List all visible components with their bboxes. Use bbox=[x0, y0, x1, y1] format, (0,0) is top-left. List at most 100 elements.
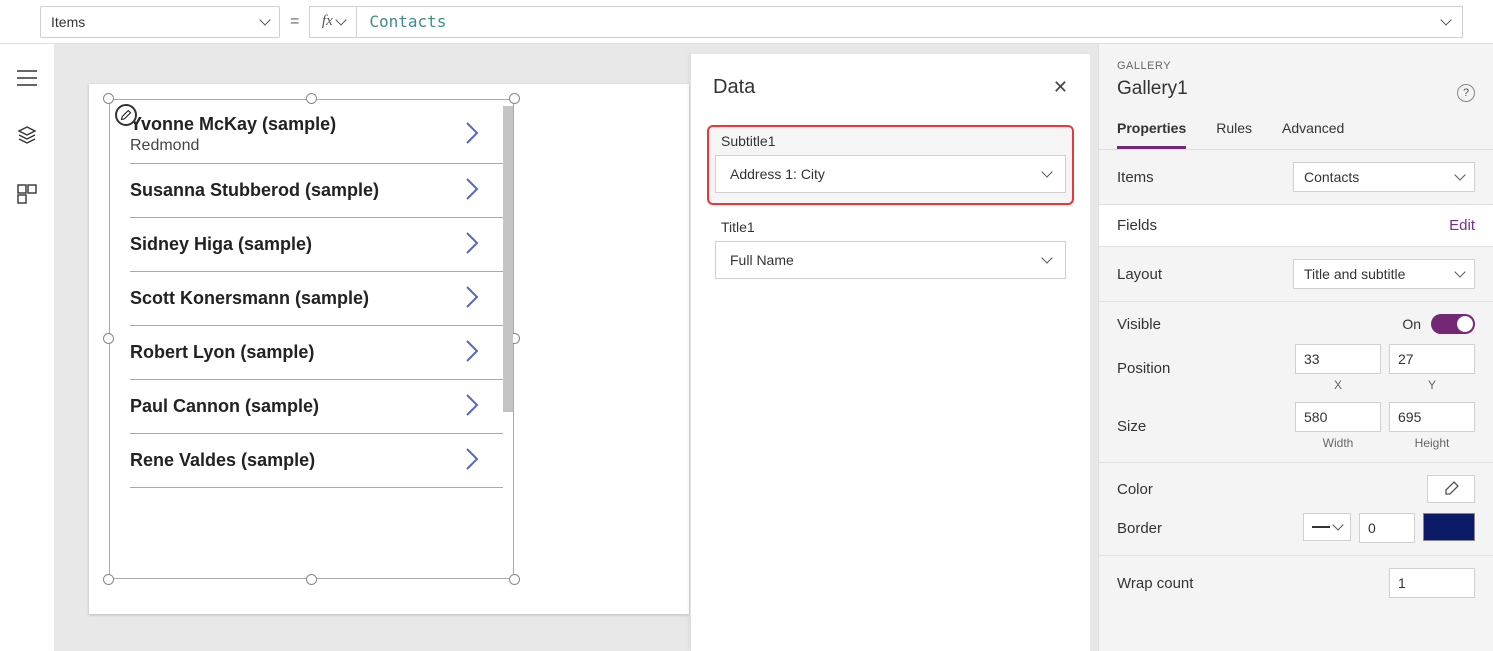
formula-property-label: Items bbox=[51, 14, 85, 30]
gallery-item-title: Susanna Stubberod (sample) bbox=[130, 180, 463, 201]
prop-layout-select[interactable]: Title and subtitle bbox=[1293, 259, 1475, 289]
gallery-control: Yvonne McKay (sample) Redmond Susanna Stub… bbox=[110, 100, 513, 578]
size-height-input[interactable]: 695 bbox=[1389, 402, 1475, 432]
title-field-select[interactable]: Full Name bbox=[715, 241, 1066, 279]
close-icon[interactable]: ✕ bbox=[1053, 77, 1068, 98]
gallery-item-title: Robert Lyon (sample) bbox=[130, 342, 463, 363]
prop-fields-label: Fields bbox=[1117, 217, 1449, 234]
gallery-item-title: Yvonne McKay (sample) bbox=[130, 114, 463, 135]
chevron-right-icon[interactable] bbox=[463, 119, 481, 150]
chevron-right-icon[interactable] bbox=[463, 175, 481, 206]
prop-layout-label: Layout bbox=[1117, 266, 1293, 283]
prop-wrap-row: Wrap count 1 bbox=[1099, 556, 1493, 610]
gallery-item[interactable]: Scott Konersmann (sample) bbox=[130, 272, 503, 326]
border-color-picker[interactable] bbox=[1423, 513, 1475, 541]
gallery-item[interactable]: Paul Cannon (sample) bbox=[130, 380, 503, 434]
prop-visible-label: Visible bbox=[1117, 316, 1402, 333]
chevron-down-icon bbox=[1041, 252, 1052, 263]
scrollbar-thumb[interactable] bbox=[503, 106, 513, 412]
chevron-right-icon[interactable] bbox=[463, 391, 481, 422]
gallery-item[interactable]: Yvonne McKay (sample) Redmond bbox=[130, 100, 503, 164]
gallery-item-title: Sidney Higa (sample) bbox=[130, 234, 463, 255]
chevron-right-icon[interactable] bbox=[463, 229, 481, 260]
fx-button[interactable]: fx bbox=[309, 6, 357, 38]
scrollbar[interactable] bbox=[503, 100, 513, 578]
subtitle-field-box: Subtitle1 Address 1: City bbox=[707, 125, 1074, 205]
gallery-item[interactable]: Rene Valdes (sample) bbox=[130, 434, 503, 488]
layers-icon[interactable] bbox=[17, 125, 37, 148]
chevron-down-icon bbox=[1454, 266, 1465, 277]
size-height-label: Height bbox=[1415, 436, 1450, 450]
control-category: GALLERY bbox=[1117, 60, 1475, 72]
chevron-down-icon bbox=[1041, 166, 1052, 177]
border-style-select[interactable] bbox=[1303, 513, 1351, 541]
visible-toggle[interactable] bbox=[1431, 314, 1475, 334]
gallery-item-title: Rene Valdes (sample) bbox=[130, 450, 463, 471]
prop-items-label: Items bbox=[1117, 169, 1293, 186]
prop-items-select[interactable]: Contacts bbox=[1293, 162, 1475, 192]
position-x-input[interactable]: 33 bbox=[1295, 344, 1381, 374]
chevron-right-icon[interactable] bbox=[463, 445, 481, 476]
gallery-item-title: Paul Cannon (sample) bbox=[130, 396, 463, 417]
formula-property-select[interactable]: Items bbox=[40, 6, 280, 38]
gallery-item[interactable]: Robert Lyon (sample) bbox=[130, 326, 503, 380]
prop-fields-edit-link[interactable]: Edit bbox=[1449, 217, 1475, 234]
prop-layout-value: Title and subtitle bbox=[1304, 266, 1405, 282]
prop-layout-row: Layout Title and subtitle bbox=[1099, 247, 1493, 302]
chevron-right-icon[interactable] bbox=[463, 337, 481, 368]
subtitle-field-value: Address 1: City bbox=[730, 166, 825, 182]
prop-color-label: Color bbox=[1117, 481, 1427, 498]
size-width-input[interactable]: 580 bbox=[1295, 402, 1381, 432]
prop-border-label: Border bbox=[1117, 520, 1303, 537]
chevron-down-icon bbox=[1454, 169, 1465, 180]
subtitle-field-select[interactable]: Address 1: City bbox=[715, 155, 1066, 193]
data-pane: Data ✕ Subtitle1 Address 1: City Title1 … bbox=[690, 54, 1090, 651]
prop-position-row: Position 33 X 27 Y bbox=[1117, 344, 1475, 392]
prop-visible-value: On bbox=[1402, 316, 1421, 332]
formula-input[interactable]: Contacts bbox=[357, 6, 1463, 38]
color-picker[interactable] bbox=[1427, 475, 1475, 503]
position-y-input[interactable]: 27 bbox=[1389, 344, 1475, 374]
hamburger-icon[interactable] bbox=[17, 70, 37, 89]
components-icon[interactable] bbox=[17, 184, 37, 207]
gallery-item-title: Scott Konersmann (sample) bbox=[130, 288, 463, 309]
tab-properties[interactable]: Properties bbox=[1117, 120, 1186, 149]
left-tool-rail bbox=[0, 44, 55, 651]
gallery-item[interactable]: Susanna Stubberod (sample) bbox=[130, 164, 503, 218]
chevron-down-icon bbox=[1332, 519, 1343, 530]
control-name: Gallery1 bbox=[1117, 78, 1475, 100]
prop-visible-row: Visible On bbox=[1117, 314, 1475, 334]
help-icon[interactable]: ? bbox=[1457, 84, 1475, 102]
chevron-down-icon bbox=[335, 14, 346, 25]
prop-size-row: Size 580 Width 695 Height bbox=[1117, 402, 1475, 450]
size-width-label: Width bbox=[1323, 436, 1354, 450]
tab-advanced[interactable]: Advanced bbox=[1282, 120, 1344, 149]
gallery-item[interactable]: Sidney Higa (sample) bbox=[130, 218, 503, 272]
canvas[interactable]: Yvonne McKay (sample) Redmond Susanna Stub… bbox=[55, 44, 1098, 651]
title-field-label: Title1 bbox=[721, 219, 1066, 235]
wrap-count-input[interactable]: 1 bbox=[1389, 568, 1475, 598]
prop-position-label: Position bbox=[1117, 360, 1295, 377]
prop-fields-row: Fields Edit bbox=[1099, 205, 1493, 247]
fx-icon: fx bbox=[322, 13, 333, 30]
formula-bar: Items = fx Contacts bbox=[0, 0, 1493, 44]
prop-size-label: Size bbox=[1117, 418, 1295, 435]
gallery-selection[interactable]: Yvonne McKay (sample) Redmond Susanna Stub… bbox=[109, 99, 514, 579]
prop-items-value: Contacts bbox=[1304, 169, 1359, 185]
title-field-box: Title1 Full Name bbox=[707, 211, 1074, 291]
gallery-list: Yvonne McKay (sample) Redmond Susanna Stub… bbox=[110, 100, 503, 578]
chevron-right-icon[interactable] bbox=[463, 283, 481, 314]
screen: Yvonne McKay (sample) Redmond Susanna Stub… bbox=[89, 84, 689, 614]
equals-sign: = bbox=[290, 13, 299, 31]
tab-rules[interactable]: Rules bbox=[1216, 120, 1252, 149]
title-field-value: Full Name bbox=[730, 252, 794, 268]
prop-wrap-label: Wrap count bbox=[1117, 575, 1389, 592]
prop-border-row: Border 0 bbox=[1117, 513, 1475, 543]
border-width-input[interactable]: 0 bbox=[1359, 513, 1415, 543]
subtitle-field-label: Subtitle1 bbox=[721, 133, 1066, 149]
formula-expression-text: Contacts bbox=[369, 12, 446, 31]
gallery-item-subtitle: Redmond bbox=[130, 137, 463, 155]
edit-template-icon[interactable] bbox=[115, 104, 137, 126]
prop-color-row: Color bbox=[1117, 475, 1475, 503]
prop-items-row: Items Contacts bbox=[1099, 150, 1493, 205]
